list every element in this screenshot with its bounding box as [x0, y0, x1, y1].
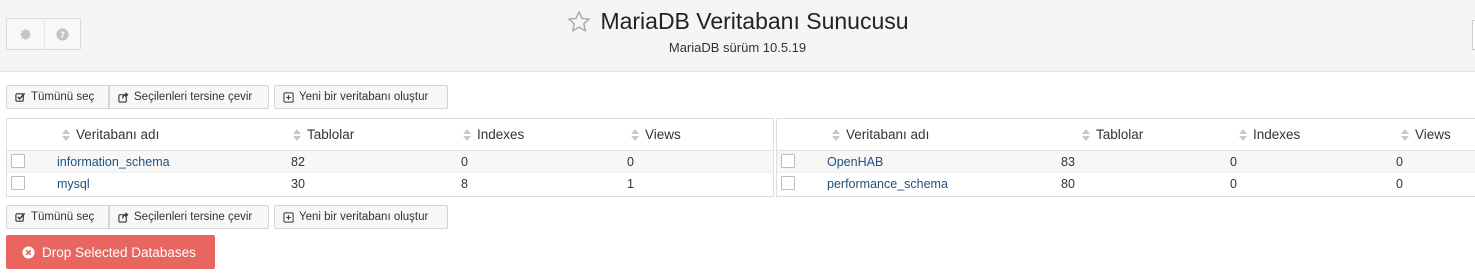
create-database-label: Yeni bir veritabanı oluştur	[299, 211, 429, 223]
plus-square-icon	[283, 91, 294, 103]
sort-icon	[293, 128, 301, 141]
indexes-count: 8	[461, 177, 468, 191]
tables-count: 83	[1061, 155, 1075, 169]
column-header-indexes[interactable]: Indexes	[1239, 127, 1300, 142]
page-header: ? MariaDB Veritabanı Sunucusu MariaDB sü…	[0, 0, 1475, 72]
invert-selection-button[interactable]: Seçilenleri tersine çevir	[109, 85, 269, 109]
tables-count: 82	[291, 155, 305, 169]
database-link[interactable]: mysql	[57, 177, 90, 191]
top-action-bar: Tümünü seç Seçilenleri tersine çevir Yen…	[6, 85, 448, 109]
drop-selected-databases-button[interactable]: Drop Selected Databases	[6, 235, 215, 269]
indexes-count: 0	[461, 155, 468, 169]
invert-selection-label: Seçilenleri tersine çevir	[134, 211, 253, 223]
sort-icon	[631, 128, 639, 141]
sort-icon	[1239, 128, 1247, 141]
row-checkbox[interactable]	[781, 154, 795, 168]
database-link[interactable]: performance_schema	[827, 177, 948, 191]
table-header: Veritabanı adı Tablolar Indexes Views	[7, 119, 773, 151]
create-database-button[interactable]: Yeni bir veritabanı oluştur	[274, 85, 448, 109]
tables-count: 30	[291, 177, 305, 191]
invert-selection-button[interactable]: Seçilenleri tersine çevir	[109, 205, 269, 229]
check-square-icon	[15, 92, 26, 102]
drop-selected-databases-label: Drop Selected Databases	[42, 244, 196, 260]
sort-icon	[62, 128, 70, 141]
database-link[interactable]: OpenHAB	[827, 155, 883, 169]
select-all-button[interactable]: Tümünü seç	[6, 205, 109, 229]
title-wrap: MariaDB Veritabanı Sunucusu	[0, 8, 1475, 40]
sort-icon	[463, 128, 471, 141]
table-row: mysql 30 8 1	[7, 173, 773, 195]
column-header-views[interactable]: Views	[631, 127, 681, 142]
column-header-indexes[interactable]: Indexes	[463, 127, 524, 142]
plus-square-icon	[283, 211, 294, 223]
sort-icon	[1401, 128, 1409, 141]
check-square-icon	[15, 212, 26, 222]
select-all-button[interactable]: Tümünü seç	[6, 85, 109, 109]
row-checkbox[interactable]	[11, 176, 25, 190]
database-table-left: Veritabanı adı Tablolar Indexes Views in…	[6, 118, 774, 197]
views-count: 0	[1396, 177, 1403, 191]
column-header-name[interactable]: Veritabanı adı	[832, 127, 929, 142]
create-database-button[interactable]: Yeni bir veritabanı oluştur	[274, 205, 448, 229]
table-row: OpenHAB 83 0 0	[777, 151, 1475, 173]
views-count: 0	[627, 155, 634, 169]
views-count: 0	[1396, 155, 1403, 169]
page-subtitle: MariaDB sürüm 10.5.19	[668, 40, 807, 55]
column-header-views[interactable]: Views	[1401, 127, 1451, 142]
database-link[interactable]: information_schema	[57, 155, 170, 169]
share-square-icon	[118, 91, 129, 103]
star-icon[interactable]	[566, 9, 592, 35]
bottom-action-bar: Tümünü seç Seçilenleri tersine çevir Yen…	[6, 205, 448, 229]
sort-icon	[1082, 128, 1090, 141]
row-checkbox[interactable]	[11, 154, 25, 168]
column-header-name[interactable]: Veritabanı adı	[62, 127, 159, 142]
times-circle-icon	[22, 245, 35, 259]
invert-selection-label: Seçilenleri tersine çevir	[134, 91, 253, 103]
sort-icon	[832, 128, 840, 141]
views-count: 1	[627, 177, 634, 191]
table-row: information_schema 82 0 0	[7, 151, 773, 173]
table-header: Veritabanı adı Tablolar Indexes Views	[777, 119, 1475, 151]
indexes-count: 0	[1230, 155, 1237, 169]
create-database-label: Yeni bir veritabanı oluştur	[299, 91, 429, 103]
table-row: performance_schema 80 0 0	[777, 173, 1475, 195]
row-checkbox[interactable]	[781, 176, 795, 190]
indexes-count: 0	[1230, 177, 1237, 191]
select-all-label: Tümünü seç	[31, 91, 95, 103]
column-header-tables[interactable]: Tablolar	[1082, 127, 1143, 142]
column-header-tables[interactable]: Tablolar	[293, 127, 354, 142]
database-table-right: Veritabanı adı Tablolar Indexes Views Op…	[776, 118, 1475, 197]
select-all-label: Tümünü seç	[31, 211, 95, 223]
page-title: MariaDB Veritabanı Sunucusu	[600, 8, 909, 34]
tables-count: 80	[1061, 177, 1075, 191]
share-square-icon	[118, 211, 129, 223]
